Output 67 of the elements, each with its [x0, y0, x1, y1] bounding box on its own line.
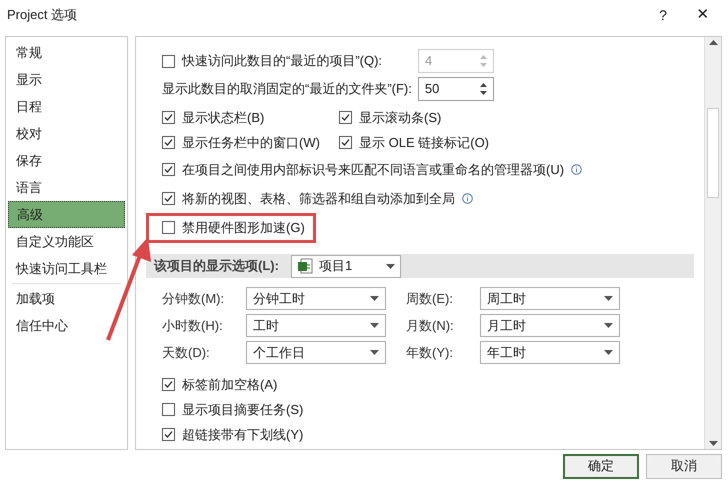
sidebar-item[interactable]: 加载项: [8, 285, 125, 312]
checkbox[interactable]: [162, 163, 175, 176]
scroll-down-icon[interactable]: [708, 441, 718, 446]
caret-icon: [604, 350, 613, 355]
dropdown[interactable]: 个工作日: [246, 341, 386, 364]
checkbox-label: 显示滚动条(S): [359, 108, 442, 127]
caret-icon: [604, 296, 613, 301]
section-title: 该项目的显示选项(L):: [154, 257, 279, 276]
checkbox-label: 显示 OLE 链接标记(O): [359, 134, 490, 152]
scrollbar[interactable]: [704, 37, 721, 449]
field-label: 天数(D):: [162, 344, 211, 362]
checkbox[interactable]: [162, 136, 175, 149]
dropdown[interactable]: 分钟工时: [246, 287, 386, 310]
checkbox[interactable]: [339, 136, 352, 149]
caret-icon: [604, 323, 613, 328]
field-label: 分钟数(M):: [162, 290, 226, 308]
checkbox[interactable]: [339, 111, 352, 124]
close-button[interactable]: ✕: [678, 4, 728, 26]
sidebar-item[interactable]: 校对: [8, 120, 125, 147]
checkbox[interactable]: [162, 428, 175, 441]
sidebar-item[interactable]: 显示: [8, 66, 125, 93]
sidebar-item[interactable]: 日程: [8, 93, 125, 120]
checkbox-label: 快速访问此数目的“最近的项目”(Q):: [182, 52, 382, 70]
spin-arrows-icon: [480, 54, 487, 68]
caret-icon: [386, 264, 395, 268]
dropdown[interactable]: 周工时: [480, 287, 620, 310]
checkbox-label: 显示状态栏(B): [182, 108, 264, 127]
sidebar-item[interactable]: 高级: [8, 201, 125, 228]
sidebar-item[interactable]: 语言: [8, 174, 125, 201]
checkbox-label: 显示任务栏中的窗口(W): [182, 134, 320, 152]
sidebar-item[interactable]: 常规: [8, 39, 125, 66]
checkbox[interactable]: [162, 403, 175, 416]
project-file-icon: [296, 258, 313, 274]
sidebar-item[interactable]: 保存: [8, 147, 125, 174]
checkbox-label: 标签前加空格(A): [182, 376, 278, 394]
spin-field[interactable]: 50: [418, 77, 494, 101]
checkbox-label: 将新的视图、表格、筛选器和组自动添加到全局: [182, 190, 455, 208]
window-title: Project 选项: [7, 6, 78, 24]
sidebar-item[interactable]: 信任中心: [8, 312, 125, 339]
scroll-up-icon[interactable]: [708, 40, 718, 45]
checkbox[interactable]: [162, 221, 175, 234]
sidebar-item[interactable]: 自定义功能区: [8, 228, 125, 255]
dropdown[interactable]: 工时: [246, 314, 386, 337]
caret-icon: [370, 296, 379, 301]
field-label: 显示此数目的取消固定的“最近的文件夹”(F):: [162, 80, 412, 98]
checkbox-label: 在项目之间使用内部标识号来匹配不同语言或重命名的管理器项(U): [182, 160, 564, 179]
sidebar-item[interactable]: 快速访问工具栏: [8, 255, 125, 282]
project-dropdown[interactable]: 项目1: [290, 254, 401, 278]
field-label: 周数(E):: [405, 290, 454, 308]
dialog-button[interactable]: 确定: [563, 454, 639, 478]
checkbox-label: 禁用硬件图形加速(G): [182, 218, 305, 237]
checkbox-label: 显示项目摘要任务(S): [182, 400, 304, 419]
help-button[interactable]: ?: [648, 4, 678, 26]
dialog-button[interactable]: 取消: [646, 454, 722, 478]
checkbox-label: 超链接带有下划线(Y): [182, 426, 304, 444]
dropdown[interactable]: 月工时: [480, 314, 620, 337]
spin-arrows-icon: [480, 82, 487, 96]
field-label: 小时数(H):: [162, 316, 224, 335]
caret-icon: [370, 350, 379, 355]
checkbox[interactable]: [162, 378, 175, 391]
checkbox[interactable]: [162, 192, 175, 205]
checkbox[interactable]: [162, 111, 175, 124]
dropdown[interactable]: 年工时: [480, 341, 620, 364]
field-label: 月数(N):: [405, 316, 455, 335]
caret-icon: [370, 323, 379, 328]
field-label: 年数(Y):: [405, 344, 454, 362]
scroll-thumb[interactable]: [707, 108, 719, 198]
